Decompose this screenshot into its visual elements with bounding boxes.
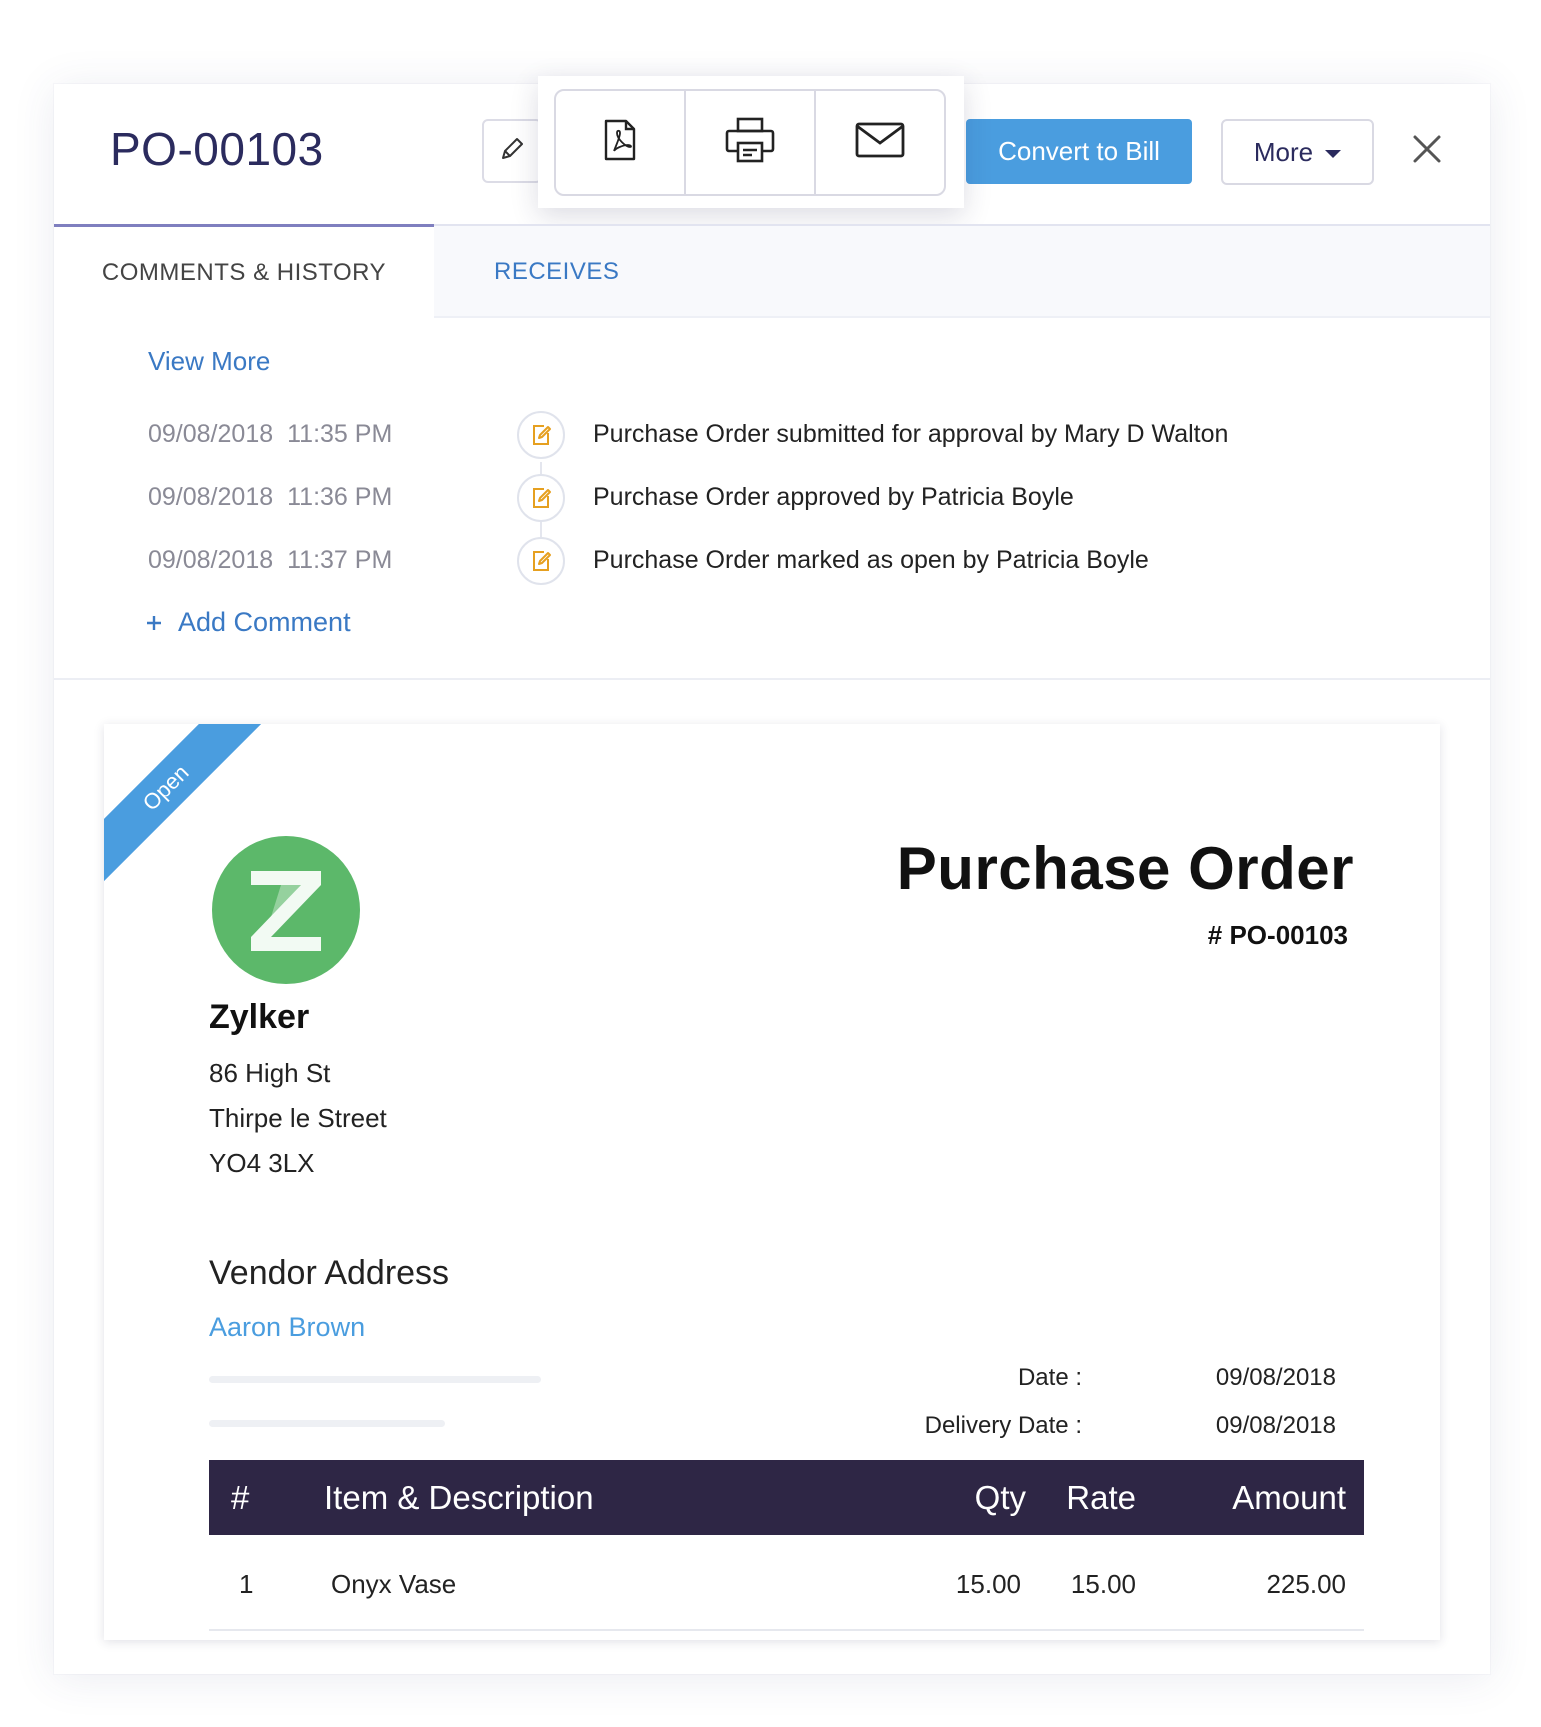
convert-to-bill-button[interactable]: Convert to Bill bbox=[966, 119, 1192, 184]
delivery-date-label: Delivery Date : bbox=[924, 1412, 1082, 1439]
history-edit-icon bbox=[517, 411, 565, 459]
pdf-icon bbox=[602, 119, 638, 166]
more-label: More bbox=[1253, 136, 1314, 167]
table-cell: Onyx Vase bbox=[331, 1569, 457, 1599]
company-address-line: 86 High St bbox=[209, 1058, 331, 1088]
print-icon bbox=[724, 116, 776, 169]
history-entry: 09/08/2018 11:37 PM Purchase Order marked… bbox=[54, 537, 1490, 596]
tabs-bar: COMMENTS & HISTORY RECEIVES bbox=[54, 224, 1490, 318]
document-title: Purchase Order bbox=[896, 835, 1354, 902]
vendor-heading: Vendor Address bbox=[209, 1254, 450, 1292]
edit-button[interactable] bbox=[482, 119, 542, 183]
table-cell: 225.00 bbox=[1266, 1569, 1346, 1599]
table-cell: 1 bbox=[239, 1569, 254, 1599]
more-dropdown-button[interactable]: More bbox=[1221, 119, 1374, 185]
close-button[interactable] bbox=[1404, 128, 1450, 174]
company-address-line: Thirpe le Street bbox=[209, 1103, 387, 1133]
view-more-link[interactable]: View More bbox=[148, 346, 270, 377]
column-header: # bbox=[231, 1479, 250, 1516]
tab-comments-history[interactable]: COMMENTS & HISTORY bbox=[54, 224, 434, 318]
add-comment-link[interactable]: Add Comment bbox=[146, 607, 351, 638]
add-comment-label: Add Comment bbox=[178, 607, 351, 637]
close-icon bbox=[1412, 134, 1442, 169]
plus-icon bbox=[146, 607, 162, 638]
caret-down-icon bbox=[1325, 150, 1342, 158]
po-detail-panel: PO-00103 Convert to Bill More COMMENTS &… bbox=[54, 76, 1490, 1674]
column-header: Item & Description bbox=[324, 1479, 594, 1516]
history-edit-icon bbox=[517, 474, 565, 522]
vendor-name-link[interactable]: Aaron Brown bbox=[209, 1312, 365, 1343]
company-name: Zylker bbox=[209, 998, 310, 1036]
document-number: # PO-00103 bbox=[1207, 920, 1348, 950]
table-row: 1 Onyx Vase 15.00 15.00 225.00 bbox=[209, 1535, 1364, 1631]
column-header: Rate bbox=[1066, 1479, 1136, 1516]
table-cell: 15.00 bbox=[955, 1569, 1021, 1599]
address-placeholder-line bbox=[209, 1376, 541, 1383]
email-icon bbox=[854, 121, 906, 164]
table-cell: 15.00 bbox=[1070, 1569, 1136, 1599]
history-text: Purchase Order submitted for approval by… bbox=[593, 420, 1229, 448]
export-toolbar-popover bbox=[538, 76, 964, 208]
history-timestamp: 09/08/2018 11:36 PM bbox=[148, 483, 393, 511]
pdf-button[interactable] bbox=[556, 91, 686, 194]
purchase-order-document: Open Zylker 86 High St Thirpe le Street … bbox=[104, 724, 1440, 1640]
address-placeholder-line bbox=[209, 1420, 445, 1427]
history-edit-icon bbox=[517, 537, 565, 585]
date-value: 09/08/2018 bbox=[1215, 1364, 1336, 1391]
print-button[interactable] bbox=[686, 91, 816, 194]
company-address-line: YO4 3LX bbox=[209, 1148, 315, 1178]
history-entry: 09/08/2018 11:36 PM Purchase Order approv… bbox=[54, 474, 1490, 533]
delivery-date-value: 09/08/2018 bbox=[1215, 1412, 1336, 1439]
history-timestamp: 09/08/2018 11:35 PM bbox=[148, 420, 393, 448]
history-timestamp: 09/08/2018 11:37 PM bbox=[148, 546, 393, 574]
page-title: PO-00103 bbox=[110, 123, 324, 175]
items-table-header: # Item & Description Qty Rate Amount bbox=[209, 1460, 1364, 1535]
history-text: Purchase Order approved by Patricia Boyl… bbox=[593, 483, 1074, 511]
divider bbox=[54, 678, 1490, 680]
date-label: Date : bbox=[1017, 1364, 1082, 1391]
column-header: Amount bbox=[1232, 1479, 1346, 1516]
company-logo bbox=[212, 836, 360, 984]
export-toolbar bbox=[554, 89, 946, 196]
edit-icon bbox=[497, 134, 527, 169]
tab-receives[interactable]: RECEIVES bbox=[494, 226, 619, 318]
history-text: Purchase Order marked as open by Patrici… bbox=[593, 546, 1149, 574]
history-entry: 09/08/2018 11:35 PM Purchase Order submit… bbox=[54, 411, 1490, 470]
column-header: Qty bbox=[974, 1479, 1026, 1516]
email-button[interactable] bbox=[816, 91, 944, 194]
